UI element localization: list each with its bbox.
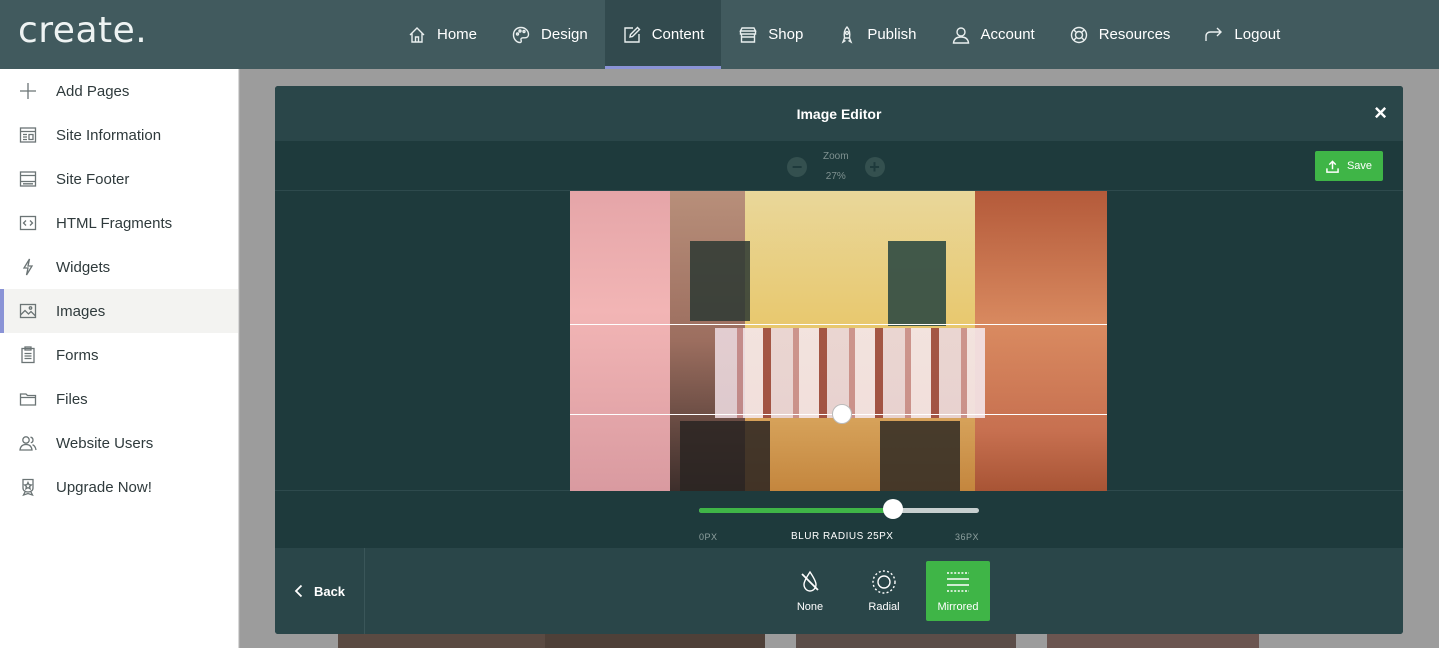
edited-photo[interactable]: [570, 191, 1107, 491]
nav-label: Resources: [1098, 26, 1171, 43]
sidebar-item-label: Site Footer: [56, 170, 130, 188]
code-icon: [19, 215, 37, 231]
sidebar-item-site-footer[interactable]: Site Footer: [0, 157, 238, 201]
blur-max-label: 36PX: [955, 532, 980, 542]
nav-label: Publish: [867, 26, 917, 43]
blur-guide-top[interactable]: [570, 324, 1107, 325]
nav-label: Content: [651, 26, 705, 43]
sidebar-item-widgets[interactable]: Widgets: [0, 245, 238, 289]
sidebar-item-forms[interactable]: Forms: [0, 333, 238, 377]
nav-shop[interactable]: Shop: [721, 0, 820, 69]
sidebar-item-upgrade-now[interactable]: Upgrade Now!: [0, 465, 238, 509]
logout-icon: [1205, 27, 1223, 41]
blur-slider-fill: [699, 508, 894, 513]
sidebar-item-images[interactable]: Images: [0, 289, 238, 333]
no-drop-icon: [801, 570, 819, 592]
upload-icon: [1326, 159, 1339, 173]
sidebar-item-label: Files: [56, 390, 88, 408]
blur-slider-knob[interactable]: [883, 499, 904, 519]
palette-icon: [512, 26, 530, 43]
nav-account[interactable]: Account: [934, 0, 1052, 69]
users-icon: [19, 436, 37, 451]
blur-slider-area: 0PX BLUR RADIUS 25PX 36PX: [275, 491, 1403, 548]
zoom-in-button[interactable]: +: [864, 157, 885, 177]
nav-content[interactable]: Content: [604, 0, 722, 69]
blur-min-label: 0PX: [699, 532, 718, 542]
sidebar-item-label: Upgrade Now!: [56, 478, 152, 496]
nav-publish[interactable]: Publish: [820, 0, 933, 69]
mirrored-icon: [947, 572, 969, 592]
modal-header: Image Editor ×: [275, 86, 1403, 141]
mode-mirrored[interactable]: Mirrored: [926, 561, 990, 621]
plus-icon: [20, 83, 36, 99]
save-button[interactable]: Save: [1315, 151, 1383, 181]
back-label: Back: [313, 583, 346, 599]
chevron-left-icon: [294, 584, 303, 598]
editor-toolbar: − Zoom 27% + Save: [275, 141, 1403, 191]
nav-label: Home: [437, 26, 478, 43]
mode-label: None: [796, 601, 824, 613]
folder-icon: [19, 393, 37, 406]
zoom-label: Zoom: [823, 151, 849, 162]
sidebar-item-label: Images: [56, 302, 106, 320]
zoom-readout: Zoom 27%: [823, 147, 849, 187]
sidebar-item-website-users[interactable]: Website Users: [0, 421, 238, 465]
lifebuoy-icon: [1070, 26, 1087, 43]
nav-label: Logout: [1234, 26, 1281, 43]
shop-icon: [739, 26, 757, 43]
sidebar-item-label: Site Information: [56, 126, 162, 144]
nav-label: Account: [980, 26, 1035, 43]
mode-radial[interactable]: Radial: [852, 561, 916, 621]
image-icon: [19, 303, 37, 319]
nav-design[interactable]: Design: [494, 0, 605, 69]
mode-label: Mirrored: [937, 601, 979, 613]
sidebar-item-label: Forms: [56, 346, 99, 364]
user-icon: [952, 26, 969, 44]
mode-none[interactable]: None: [778, 561, 842, 621]
main-nav: Home Design Content Shop Publish Account…: [390, 0, 1297, 69]
sidebar-item-label: Widgets: [56, 258, 111, 276]
sidebar-item-add-pages[interactable]: Add Pages: [0, 69, 238, 113]
blur-slider-track[interactable]: [699, 508, 979, 513]
footer-icon: [19, 171, 37, 187]
save-label: Save: [1346, 160, 1373, 172]
sidebar: Add Pages Site Information Site Footer H…: [0, 69, 239, 648]
site-info-icon: [19, 127, 37, 143]
nav-home[interactable]: Home: [390, 0, 494, 69]
zoom-value: 27%: [825, 171, 846, 182]
blur-guide-handle[interactable]: [832, 404, 852, 424]
top-bar: create. Home Design Content Shop Publish…: [0, 0, 1439, 69]
edit-icon: [624, 26, 641, 43]
editor-bottom-bar: Back None Radial Mirrored: [275, 548, 1403, 634]
logo[interactable]: create.: [18, 10, 147, 51]
mode-label: Radial: [868, 601, 900, 613]
modal-title: Image Editor: [796, 105, 882, 122]
image-canvas: [275, 191, 1403, 491]
radial-icon: [872, 570, 896, 594]
sidebar-item-site-information[interactable]: Site Information: [0, 113, 238, 157]
sidebar-item-label: HTML Fragments: [56, 214, 173, 232]
award-icon: [22, 478, 34, 497]
nav-logout[interactable]: Logout: [1187, 0, 1297, 69]
sidebar-item-label: Website Users: [56, 434, 154, 452]
clipboard-icon: [21, 346, 35, 364]
zoom-out-button[interactable]: −: [787, 157, 807, 177]
blur-mode-group: None Radial Mirrored: [778, 561, 990, 621]
sidebar-item-html-fragments[interactable]: HTML Fragments: [0, 201, 238, 245]
close-button[interactable]: ×: [1374, 102, 1387, 124]
blur-radius-label: BLUR RADIUS 25PX: [791, 531, 894, 542]
lightning-icon: [22, 258, 34, 276]
sidebar-item-files[interactable]: Files: [0, 377, 238, 421]
nav-label: Design: [541, 26, 588, 43]
nav-label: Shop: [768, 26, 804, 43]
home-icon: [409, 26, 425, 43]
back-button[interactable]: Back: [275, 548, 365, 634]
zoom-control: − Zoom 27% +: [787, 147, 885, 187]
image-editor-modal: Image Editor × − Zoom 27% + Save 0PX BLU…: [275, 86, 1403, 634]
sidebar-item-label: Add Pages: [56, 82, 130, 100]
rocket-icon: [841, 25, 853, 44]
nav-resources[interactable]: Resources: [1052, 0, 1188, 69]
